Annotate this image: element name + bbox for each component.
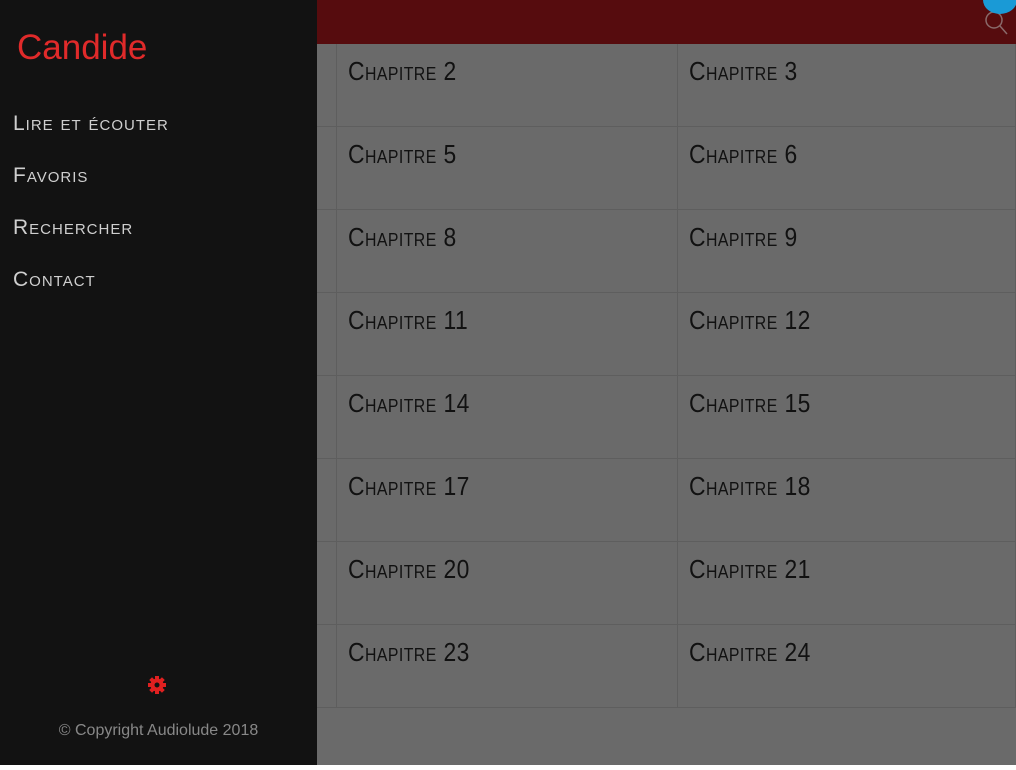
chapter-cell[interactable]: Chapitre 8 (337, 210, 678, 292)
nav-item-contact[interactable]: Contact (13, 268, 96, 292)
chapter-label: Chapitre 2 (348, 56, 457, 86)
chapter-cell[interactable]: Chapitre 5 (337, 127, 678, 209)
chapter-cell[interactable]: Chapitre 23 (337, 625, 678, 707)
chapter-label: Chapitre 12 (689, 305, 811, 335)
chapter-label: Chapitre 8 (348, 222, 457, 252)
chapter-label: Chapitre 9 (689, 222, 798, 252)
chapter-label: Chapitre 14 (348, 388, 470, 418)
chapter-label: Chapitre 15 (689, 388, 811, 418)
chapter-cell[interactable]: Chapitre 12 (678, 293, 1016, 375)
brand-title[interactable]: Candide (17, 28, 147, 68)
nav-item-lire-et-ecouter[interactable]: Lire et écouter (13, 112, 169, 136)
chapter-cell[interactable]: Chapitre 24 (678, 625, 1016, 707)
chapter-cell[interactable]: Chapitre 2 (337, 44, 678, 126)
chapter-label: Chapitre 11 (348, 305, 469, 335)
sidebar-drawer: Candide Lire et écouter Favoris Recherch… (0, 0, 317, 765)
chapter-label: Chapitre 21 (689, 554, 811, 584)
chapter-label: Chapitre 24 (689, 637, 811, 667)
chapter-cell[interactable]: Chapitre 14 (337, 376, 678, 458)
chapter-cell[interactable]: Chapitre 11 (337, 293, 678, 375)
chapter-label: Chapitre 20 (348, 554, 470, 584)
copyright-text: © Copyright Audiolude 2018 (58, 722, 259, 739)
gear-icon[interactable] (147, 675, 167, 695)
chapter-cell[interactable]: Chapitre 20 (337, 542, 678, 624)
chapter-label: Chapitre 6 (689, 139, 798, 169)
chapter-cell[interactable]: Chapitre 18 (678, 459, 1016, 541)
chapter-cell[interactable]: Chapitre 9 (678, 210, 1016, 292)
chapter-label: Chapitre 3 (689, 56, 798, 86)
chapter-label: Chapitre 17 (348, 471, 470, 501)
chapter-cell[interactable]: Chapitre 17 (337, 459, 678, 541)
chapter-cell[interactable]: Chapitre 3 (678, 44, 1016, 126)
nav-item-favoris[interactable]: Favoris (13, 164, 88, 188)
chapter-label: Chapitre 23 (348, 637, 470, 667)
chapter-cell[interactable]: Chapitre 6 (678, 127, 1016, 209)
nav-item-rechercher[interactable]: Rechercher (13, 216, 133, 240)
chapter-label: Chapitre 5 (348, 139, 457, 169)
chapter-cell[interactable]: Chapitre 21 (678, 542, 1016, 624)
chapter-label: Chapitre 18 (689, 471, 811, 501)
chapter-cell[interactable]: Chapitre 15 (678, 376, 1016, 458)
